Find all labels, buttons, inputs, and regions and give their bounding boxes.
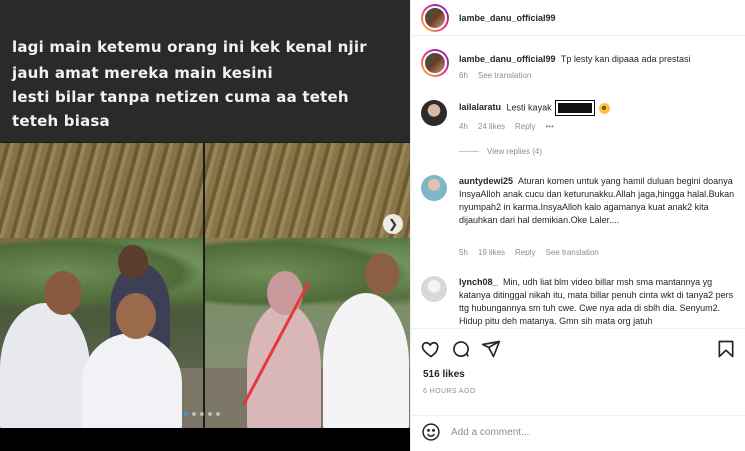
person-head bbox=[118, 245, 148, 279]
avatar-image bbox=[423, 51, 447, 75]
roof-thatch bbox=[0, 143, 203, 238]
comment-meta: 6h See translation bbox=[459, 71, 531, 80]
media-frame: lagi main ketemu orang ini kek kenal nji… bbox=[0, 0, 410, 428]
next-slide-button[interactable]: ❯ bbox=[383, 214, 403, 234]
comments-list[interactable]: lambe_danu_official99 Tp lesty kan dipaa… bbox=[411, 37, 745, 327]
comment-body: lynch08_ Min, udh liat blm video billar … bbox=[459, 276, 736, 327]
comment-body: auntydewi25 Aturan komen untuk yang hami… bbox=[459, 175, 736, 227]
caption-line: teteh biasa bbox=[12, 112, 110, 130]
carousel-dot[interactable] bbox=[184, 412, 188, 416]
post-actions: 516 likes 6 HOURS AGO bbox=[411, 328, 745, 446]
more-options-icon[interactable]: ••• bbox=[545, 122, 553, 131]
comment-time[interactable]: 4h bbox=[459, 122, 468, 131]
commenter-avatar[interactable] bbox=[421, 276, 447, 302]
comment-icon[interactable] bbox=[451, 339, 471, 359]
photo-right bbox=[205, 143, 410, 428]
comment-text: Min, udh liat blm video billar msh sma m… bbox=[459, 277, 734, 326]
divider-line bbox=[459, 151, 479, 152]
person-head bbox=[116, 293, 156, 339]
post-header: lambe_danu_official99 bbox=[411, 0, 745, 36]
reply-button[interactable]: Reply bbox=[515, 122, 535, 131]
carousel-dot[interactable] bbox=[200, 412, 204, 416]
caption-line: lagi main ketemu orang ini kek kenal nji… bbox=[12, 38, 367, 56]
comment-username[interactable]: lailalaratu bbox=[459, 102, 501, 112]
share-icon[interactable] bbox=[481, 339, 501, 359]
carousel-dot[interactable] bbox=[208, 412, 212, 416]
see-translation-link[interactable]: See translation bbox=[478, 71, 531, 80]
author-avatar[interactable] bbox=[421, 49, 449, 77]
commenter-avatar[interactable] bbox=[421, 100, 447, 126]
post-side-panel: lambe_danu_official99 lambe_danu_officia… bbox=[410, 0, 745, 451]
person bbox=[0, 303, 90, 428]
comment-username[interactable]: lynch08_ bbox=[459, 277, 498, 287]
author-username[interactable]: lambe_danu_official99 bbox=[459, 13, 556, 23]
comment-meta: 5h 19 likes Reply See translation bbox=[459, 248, 599, 257]
reply-button[interactable]: Reply bbox=[515, 248, 535, 257]
photo-left bbox=[0, 143, 203, 428]
comment-time[interactable]: 5h bbox=[459, 248, 468, 257]
person bbox=[323, 293, 409, 428]
grimace-emoji-icon: ☻ bbox=[598, 102, 610, 114]
heart-icon[interactable] bbox=[421, 339, 441, 359]
author-avatar[interactable] bbox=[421, 4, 449, 32]
comment-likes[interactable]: 24 likes bbox=[478, 122, 505, 131]
view-replies-label: View replies (4) bbox=[487, 147, 542, 156]
comment-likes[interactable]: 19 likes bbox=[478, 248, 505, 257]
person-head bbox=[365, 253, 399, 295]
avatar-image bbox=[423, 6, 447, 30]
comment-username[interactable]: lambe_danu_official99 bbox=[459, 54, 556, 64]
person-head bbox=[44, 271, 82, 315]
see-translation-link[interactable]: See translation bbox=[545, 248, 598, 257]
chevron-right-icon: ❯ bbox=[387, 217, 399, 231]
caption-line: jauh amat mereka main kesini bbox=[12, 64, 273, 82]
smiley-icon[interactable] bbox=[421, 422, 441, 442]
comment-body: lailalaratu Lesti kayak ☻ bbox=[459, 100, 736, 116]
caption-overlay: lagi main ketemu orang ini kek kenal nji… bbox=[0, 0, 410, 142]
caption-line: lesti bilar tanpa netizen cuma aa teteh bbox=[12, 88, 349, 106]
comment-text: Lesti kayak bbox=[506, 102, 552, 113]
person bbox=[82, 333, 182, 428]
roof-thatch bbox=[205, 143, 410, 238]
comment-time[interactable]: 6h bbox=[459, 71, 468, 80]
carousel-dot[interactable] bbox=[216, 412, 220, 416]
comment-text: Tp lesty kan dipaaa ada prestasi bbox=[560, 54, 691, 64]
censor-box bbox=[555, 100, 596, 116]
commenter-avatar[interactable] bbox=[421, 175, 447, 201]
person-head bbox=[267, 271, 303, 315]
carousel-dots bbox=[184, 412, 220, 416]
bookmark-icon[interactable] bbox=[716, 339, 736, 359]
carousel-dot[interactable] bbox=[192, 412, 196, 416]
comment-meta: 4h 24 likes Reply ••• bbox=[459, 122, 554, 131]
person bbox=[247, 303, 321, 428]
view-replies-button[interactable]: View replies (4) bbox=[459, 147, 542, 156]
likes-count[interactable]: 516 likes bbox=[423, 369, 465, 380]
post-media[interactable]: lagi main ketemu orang ini kek kenal nji… bbox=[0, 0, 410, 451]
add-comment-bar bbox=[411, 415, 745, 447]
comment-username[interactable]: auntydewi25 bbox=[459, 176, 513, 186]
comment-input[interactable] bbox=[451, 424, 721, 440]
greenery bbox=[0, 238, 203, 308]
comment-body: lambe_danu_official99 Tp lesty kan dipaa… bbox=[459, 53, 736, 66]
post-timestamp: 6 HOURS AGO bbox=[423, 388, 476, 395]
